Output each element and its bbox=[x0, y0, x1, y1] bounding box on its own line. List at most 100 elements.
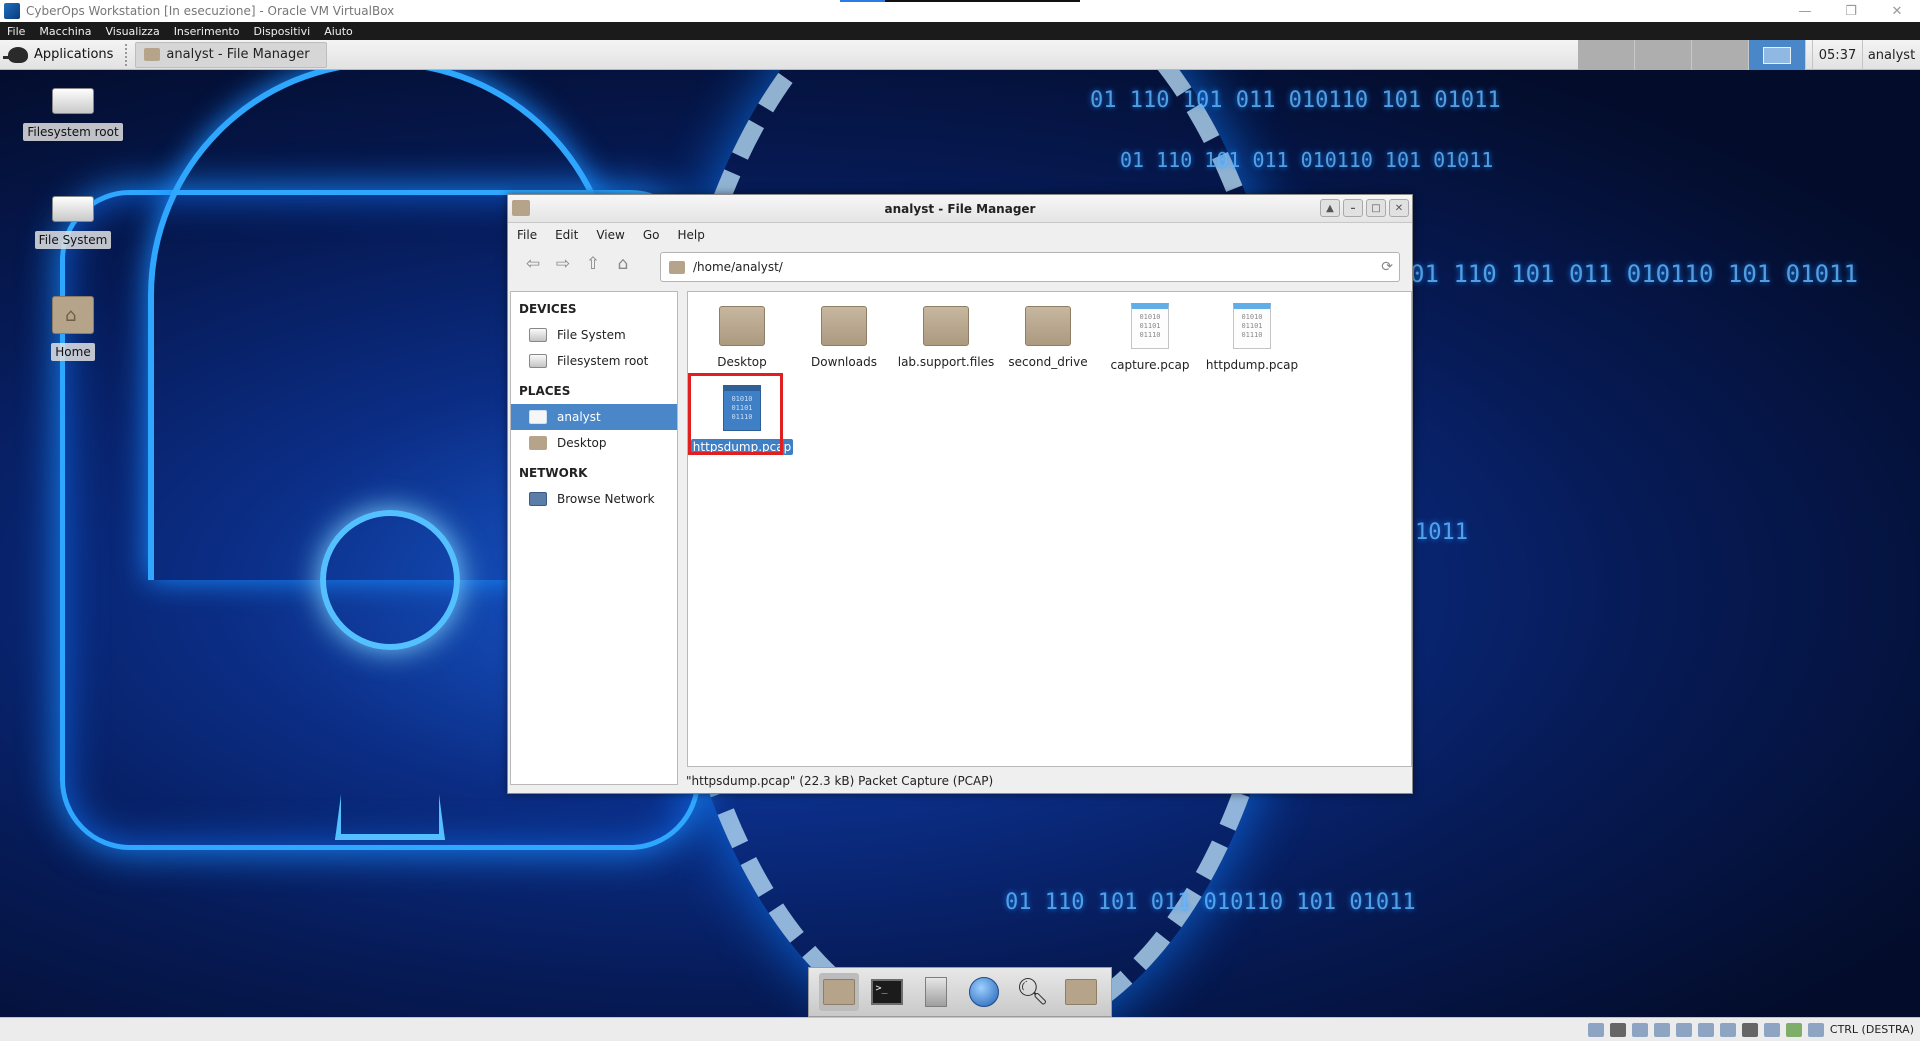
desktop-icon-label: File System bbox=[34, 231, 112, 249]
file-item-desktop[interactable]: Desktop bbox=[694, 298, 790, 370]
taskbar-button-file-manager[interactable]: analyst - File Manager bbox=[135, 41, 328, 68]
menu-view[interactable]: View bbox=[587, 228, 633, 242]
applications-menu-button[interactable]: Applications bbox=[0, 40, 121, 70]
dock-folder[interactable] bbox=[1061, 973, 1101, 1011]
file-item-capture-pcap[interactable]: 01010 01101 01110 capture.pcap bbox=[1102, 298, 1198, 373]
recording-status-icon[interactable] bbox=[1741, 1022, 1758, 1037]
home-folder-icon bbox=[52, 296, 94, 334]
sidebar-item-filesystem-root[interactable]: Filesystem root bbox=[511, 348, 677, 374]
menu-go[interactable]: Go bbox=[634, 228, 669, 242]
sidebar-header-network: NETWORK bbox=[519, 466, 588, 480]
vbox-menu-dispositivi[interactable]: Dispositivi bbox=[246, 25, 317, 38]
file-item-httpdump-pcap[interactable]: 01010 01101 01110 httpdump.pcap bbox=[1204, 298, 1300, 373]
dock-file-manager[interactable] bbox=[819, 973, 860, 1011]
workspace-4[interactable] bbox=[1749, 40, 1806, 70]
dock-search[interactable]: 🔍︎ bbox=[1012, 973, 1052, 1011]
search-icon: 🔍︎ bbox=[1015, 977, 1049, 1007]
home-folder-icon bbox=[823, 979, 856, 1005]
drawer-icon bbox=[924, 977, 947, 1007]
sidebar-header-devices: DEVICES bbox=[519, 302, 577, 316]
vbox-menu-macchina[interactable]: Macchina bbox=[32, 25, 98, 38]
window-close-button[interactable]: ✕ bbox=[1389, 199, 1409, 217]
restore-button[interactable]: ❐ bbox=[1828, 0, 1874, 22]
back-icon[interactable]: ⇦ bbox=[518, 249, 548, 279]
pcap-file-icon: 01010 01101 01110 bbox=[723, 385, 761, 431]
vbox-menubar: File Macchina Visualizza Inserimento Dis… bbox=[0, 22, 1920, 40]
sidebar-item-label: Filesystem root bbox=[557, 354, 649, 368]
vbox-menu-inserimento[interactable]: Inserimento bbox=[167, 25, 247, 38]
desktop-icon-file-system[interactable]: File System bbox=[23, 196, 123, 249]
file-item-lab-support-files[interactable]: lab.support.files bbox=[898, 298, 994, 370]
window-minimize-button[interactable]: – bbox=[1343, 199, 1363, 217]
file-name: lab.support.files bbox=[897, 355, 995, 369]
sidebar-item-browse-network[interactable]: Browse Network bbox=[511, 486, 677, 512]
window-maximize-button[interactable]: □ bbox=[1366, 199, 1386, 217]
dock-drawer[interactable] bbox=[916, 973, 956, 1011]
file-name: second_drive bbox=[1008, 355, 1088, 369]
cpu-status-icon[interactable] bbox=[1763, 1022, 1780, 1037]
file-name: httpsdump.pcap bbox=[690, 439, 794, 455]
vbox-window-title: CyberOps Workstation [In esecuzione] - O… bbox=[26, 4, 395, 18]
shared-folders-status-icon[interactable] bbox=[1697, 1022, 1714, 1037]
desktop-icon-filesystem-root[interactable]: Filesystem root bbox=[23, 88, 123, 141]
panel-user-menu[interactable]: analyst bbox=[1862, 40, 1920, 70]
file-manager-window: analyst - File Manager ▲ – □ ✕ File Edit… bbox=[507, 194, 1413, 794]
menu-help[interactable]: Help bbox=[668, 228, 713, 242]
file-name: Downloads bbox=[811, 355, 877, 369]
window-menu-button[interactable]: ▲ bbox=[1320, 199, 1340, 217]
vbox-menu-file[interactable]: File bbox=[0, 25, 32, 38]
sidebar-item-label: Browse Network bbox=[557, 492, 655, 506]
mouse-integration-status-icon[interactable] bbox=[1807, 1022, 1824, 1037]
dock: >_ 🔍︎ bbox=[808, 967, 1112, 1017]
up-icon[interactable]: ⇧ bbox=[578, 249, 608, 279]
folder-icon bbox=[669, 260, 685, 274]
folder-icon bbox=[144, 48, 161, 61]
host-key-label: CTRL (DESTRA) bbox=[1829, 1023, 1914, 1036]
home-icon[interactable]: ⌂ bbox=[608, 249, 638, 279]
sidebar-item-desktop[interactable]: Desktop bbox=[511, 430, 677, 456]
display-status-icon[interactable] bbox=[1719, 1022, 1736, 1037]
usb-status-icon[interactable] bbox=[1675, 1022, 1692, 1037]
reload-icon[interactable]: ⟳ bbox=[1381, 259, 1393, 275]
audio-status-icon[interactable] bbox=[1631, 1022, 1648, 1037]
workspace-switcher bbox=[1578, 40, 1806, 70]
sidebar-item-label: analyst bbox=[557, 410, 601, 424]
file-item-httpsdump-pcap[interactable]: 01010 01101 01110 httpsdump.pcap bbox=[690, 380, 794, 455]
dock-web-browser[interactable] bbox=[964, 973, 1004, 1011]
applications-label: Applications bbox=[34, 47, 114, 62]
file-view[interactable]: Desktop Downloads lab.support.files seco… bbox=[687, 291, 1412, 767]
network-status-icon[interactable] bbox=[1653, 1022, 1670, 1037]
window-titlebar[interactable]: analyst - File Manager ▲ – □ ✕ bbox=[508, 195, 1412, 223]
vbox-status-bar: CTRL (DESTRA) bbox=[0, 1017, 1920, 1041]
location-bar[interactable]: /home/analyst/ ⟳ bbox=[660, 252, 1400, 282]
desktop-icon-home[interactable]: Home bbox=[23, 296, 123, 361]
close-button[interactable]: ✕ bbox=[1874, 0, 1920, 22]
workspace-3[interactable] bbox=[1692, 40, 1749, 70]
drive-icon bbox=[52, 88, 94, 114]
file-item-downloads[interactable]: Downloads bbox=[796, 298, 892, 370]
taskbar-button-label: analyst - File Manager bbox=[166, 47, 310, 62]
menu-edit[interactable]: Edit bbox=[546, 228, 587, 242]
panel-separator bbox=[125, 43, 131, 66]
menu-file[interactable]: File bbox=[508, 228, 546, 242]
guest-additions-status-icon[interactable] bbox=[1785, 1022, 1802, 1037]
sidebar-item-analyst[interactable]: analyst bbox=[511, 404, 677, 430]
forward-icon[interactable]: ⇨ bbox=[548, 249, 578, 279]
file-item-second-drive[interactable]: second_drive bbox=[1000, 298, 1096, 370]
pcap-file-icon: 01010 01101 01110 bbox=[1233, 303, 1271, 349]
panel-clock[interactable]: 05:37 bbox=[1812, 40, 1862, 70]
vbox-menu-visualizza[interactable]: Visualizza bbox=[99, 25, 167, 38]
vbox-menu-aiuto[interactable]: Aiuto bbox=[317, 25, 360, 38]
dock-terminal[interactable]: >_ bbox=[867, 973, 907, 1011]
sidebar-item-file-system[interactable]: File System bbox=[511, 322, 677, 348]
virtualbox-icon bbox=[4, 3, 20, 19]
wallpaper-binary-text: 01 110 101 011 010110 101 01011 bbox=[1120, 148, 1494, 172]
minimize-button[interactable]: — bbox=[1782, 0, 1828, 22]
optical-drive-status-icon[interactable] bbox=[1609, 1022, 1626, 1037]
workspace-1[interactable] bbox=[1578, 40, 1635, 70]
workspace-2[interactable] bbox=[1635, 40, 1692, 70]
pcap-file-icon: 01010 01101 01110 bbox=[1131, 303, 1169, 349]
hard-disk-status-icon[interactable] bbox=[1587, 1022, 1604, 1037]
folder-icon bbox=[923, 306, 969, 346]
home-icon bbox=[529, 410, 547, 424]
